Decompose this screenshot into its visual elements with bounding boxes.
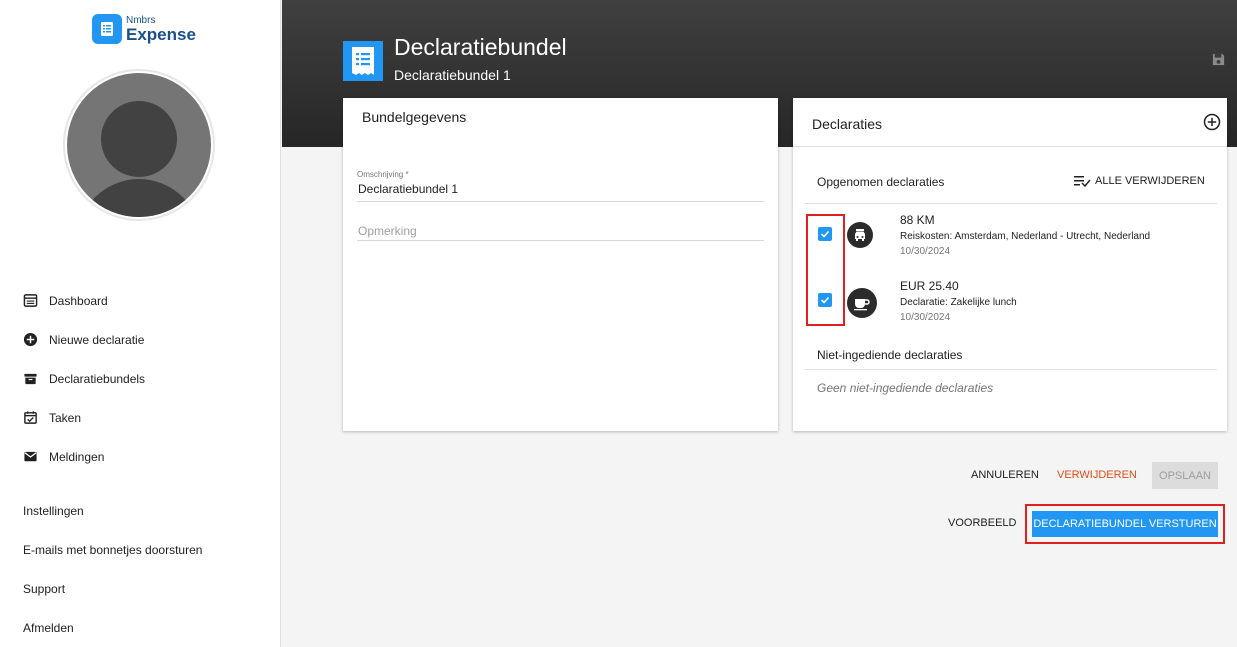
declaration-amount: EUR 25.40 bbox=[900, 279, 959, 293]
nav-link-forward-receipts[interactable]: E-mails met bonnetjes doorsturen bbox=[23, 543, 202, 557]
nav-item-label: Taken bbox=[49, 410, 82, 425]
page-subtitle: Declaratiebundel 1 bbox=[394, 67, 511, 83]
logo-brand-big: Expense bbox=[126, 24, 196, 44]
task-calendar-icon bbox=[24, 411, 37, 424]
remove-all-label: ALLE VERWIJDEREN bbox=[1095, 174, 1205, 187]
nav-item-dashboard[interactable]: Dashboard bbox=[23, 293, 108, 308]
coffee-icon bbox=[847, 288, 877, 318]
description-underline bbox=[357, 201, 764, 202]
send-bundle-button[interactable]: DECLARATIEBUNDEL VERSTUREN bbox=[1032, 511, 1218, 537]
preview-button[interactable]: VOORBEELD bbox=[948, 517, 1016, 529]
nav-link-settings[interactable]: Instellingen bbox=[23, 504, 84, 518]
nav-item-tasks[interactable]: Taken bbox=[23, 410, 81, 425]
bundle-details-card: Bundelgegevens Omschrijving * Declaratie… bbox=[343, 98, 778, 431]
delete-button[interactable]: VERWIJDEREN bbox=[1057, 469, 1137, 481]
nav-item-label: Meldingen bbox=[49, 449, 105, 464]
car-icon bbox=[847, 222, 873, 248]
nav-item-notifications[interactable]: Meldingen bbox=[23, 449, 104, 464]
archive-icon bbox=[24, 373, 37, 385]
remark-underline bbox=[357, 240, 764, 241]
app-logo[interactable]: Nmbrs Expense bbox=[92, 14, 196, 44]
mail-icon bbox=[24, 451, 37, 462]
cancel-button[interactable]: ANNULEREN bbox=[971, 469, 1039, 481]
nav-item-label: Dashboard bbox=[49, 293, 108, 308]
declaration-date: 10/30/2024 bbox=[900, 312, 951, 323]
avatar[interactable] bbox=[63, 69, 215, 221]
sidebar: Nmbrs Expense Dashboard Nieuwe declarati… bbox=[0, 0, 281, 647]
remark-input[interactable]: Opmerking bbox=[358, 224, 417, 238]
included-declarations-label: Opgenomen declaraties bbox=[817, 175, 945, 189]
nav-item-new-declaration[interactable]: Nieuwe declaratie bbox=[23, 332, 144, 347]
nav-item-label: Nieuwe declaratie bbox=[49, 332, 145, 347]
nav-link-support[interactable]: Support bbox=[23, 582, 65, 596]
logo-brand-small: Nmbrs bbox=[126, 14, 156, 26]
description-label: Omschrijving * bbox=[357, 170, 409, 179]
avatar-placeholder-icon bbox=[67, 73, 211, 217]
page-title: Declaratiebundel bbox=[394, 34, 567, 60]
section-divider bbox=[805, 203, 1217, 204]
card-divider bbox=[793, 146, 1227, 147]
receipt-logo-icon bbox=[92, 14, 122, 44]
not-submitted-empty-text: Geen niet-ingediende declaraties bbox=[817, 381, 994, 395]
dashboard-icon bbox=[23, 294, 38, 307]
card-title: Bundelgegevens bbox=[362, 109, 467, 125]
nav-item-bundles[interactable]: Declaratiebundels bbox=[23, 371, 145, 386]
nav-link-logout[interactable]: Afmelden bbox=[23, 621, 74, 635]
declaration-date: 10/30/2024 bbox=[900, 246, 951, 257]
not-submitted-label: Niet-ingediende declaraties bbox=[817, 348, 963, 362]
declaration-amount: 88 KM bbox=[900, 213, 935, 227]
card-title: Declaraties bbox=[812, 116, 883, 132]
add-circle-icon bbox=[23, 332, 38, 347]
playlist-remove-icon bbox=[1074, 176, 1091, 187]
declaration-description: Reiskosten: Amsterdam, Nederland - Utrec… bbox=[900, 231, 1151, 242]
save-icon[interactable] bbox=[1211, 52, 1226, 67]
section-divider bbox=[805, 369, 1217, 370]
declaration-description: Declaratie: Zakelijke lunch bbox=[900, 297, 1017, 308]
remove-all-button[interactable]: ALLE VERWIJDEREN bbox=[1074, 174, 1205, 187]
save-button[interactable]: OPSLAAN bbox=[1152, 462, 1218, 489]
add-declaration-icon[interactable] bbox=[1203, 113, 1221, 131]
receipt-document-icon bbox=[343, 41, 383, 81]
description-input[interactable]: Declaratiebundel 1 bbox=[358, 182, 458, 196]
nav-item-label: Declaratiebundels bbox=[49, 371, 146, 386]
declarations-card: Declaraties Opgenomen declaraties ALLE V… bbox=[793, 98, 1227, 431]
checkbox-highlight bbox=[806, 214, 845, 326]
